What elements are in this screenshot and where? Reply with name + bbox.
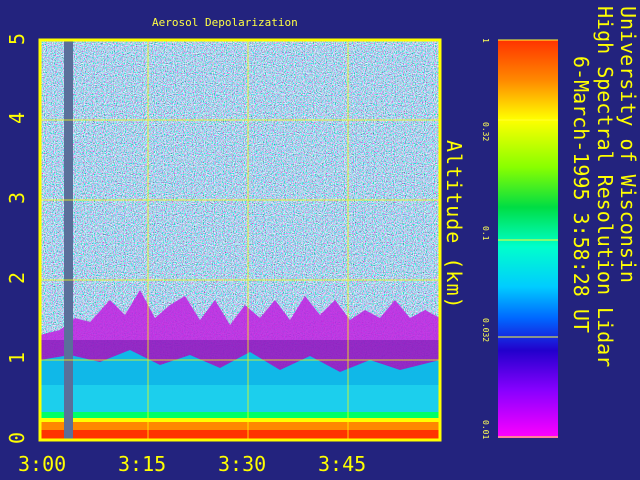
x-tick-label: 3:45 (318, 452, 367, 476)
y-tick-label: 4 (5, 111, 29, 125)
y-tick-label: 0 (5, 431, 29, 445)
header-institution: University of Wisconsin (616, 6, 640, 283)
y-axis-label: Altitude (km) (442, 140, 466, 310)
colorbar-tick-label: 0.032 (481, 318, 490, 343)
x-tick-label: 3:30 (218, 452, 267, 476)
y-tick-label: 2 (5, 271, 29, 285)
heatmap-image (40, 40, 440, 440)
header-timestamp: 6-March-1995 3:58:28 UT (569, 56, 593, 333)
colorbar-tick-label: 1 (481, 38, 490, 43)
colorbar (498, 40, 558, 438)
colorbar-tick-label: 0.01 (481, 420, 490, 440)
colorbar-tick-label: 0.32 (481, 122, 490, 142)
colorbar-tick-label: 0.1 (481, 226, 490, 241)
y-tick-label: 1 (5, 351, 29, 365)
y-tick-label: 3 (5, 191, 29, 205)
y-tick-label: 5 (5, 32, 29, 46)
header-instrument: High Spectral Resolution Lidar (593, 6, 617, 368)
plot-canvas (38, 38, 558, 442)
x-tick-label: 3:00 (18, 452, 67, 476)
x-tick-label: 3:15 (118, 452, 167, 476)
